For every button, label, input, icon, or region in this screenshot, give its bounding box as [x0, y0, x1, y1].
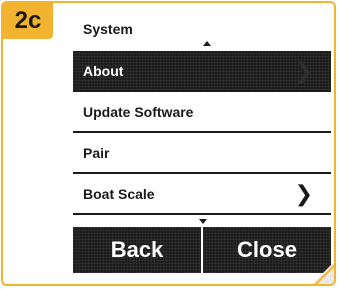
menu-item-update-software[interactable]: Update Software	[73, 92, 331, 133]
menu-item-label: Update Software	[83, 103, 194, 120]
menu-item-pair[interactable]: Pair	[73, 133, 331, 174]
bottom-button-bar: Back Close	[73, 227, 331, 273]
step-badge: 2c	[3, 3, 53, 39]
menu-list: About ❯ Update Software Pair Boat Scale …	[73, 51, 331, 215]
back-button[interactable]: Back	[73, 227, 203, 273]
page-title: System	[83, 21, 133, 37]
device-screen: System About ❯ Update Software Pair Boat…	[73, 3, 331, 273]
menu-item-label: Boat Scale	[83, 185, 155, 202]
chevron-right-icon: ❯	[294, 57, 313, 83]
menu-item-about[interactable]: About ❯	[73, 51, 331, 92]
page-corner-fold	[310, 260, 334, 284]
scroll-up-icon	[203, 41, 211, 46]
scroll-down-icon	[199, 219, 207, 224]
chevron-right-icon: ❯	[294, 180, 313, 206]
menu-item-label: About	[83, 62, 124, 79]
menu-item-boat-scale[interactable]: Boat Scale ❯	[73, 174, 331, 215]
instruction-frame: 2c System About ❯ Update Software Pair B…	[1, 1, 336, 286]
menu-item-label: Pair	[83, 144, 110, 161]
